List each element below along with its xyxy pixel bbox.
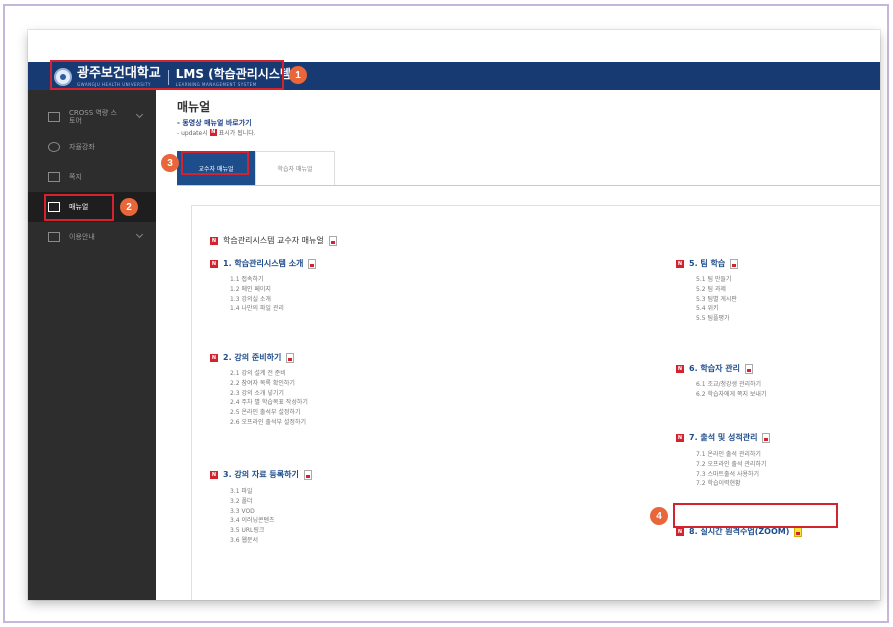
- list-item[interactable]: 3.6 웹문서: [230, 536, 275, 546]
- new-mark-icon: N: [676, 527, 684, 536]
- new-mark-icon: N: [209, 129, 217, 136]
- pdf-icon[interactable]: [303, 469, 312, 480]
- sidebar: CROSS 역량 스토어 자율강좌 쪽지 매뉴얼 이용안내: [28, 90, 156, 600]
- new-mark-icon: N: [210, 236, 218, 245]
- section-title-text: 8. 실시간 원격수업(ZOOM): [689, 527, 790, 536]
- list-item[interactable]: 5.5 팀플평가: [696, 314, 737, 324]
- new-mark-icon: N: [676, 364, 684, 373]
- pdf-icon[interactable]: [794, 526, 803, 537]
- pdf-icon[interactable]: [744, 363, 753, 374]
- document-title-text: 학습관리시스템 교수자 매뉴얼: [223, 236, 324, 245]
- manual-list: N 학습관리시스템 교수자 매뉴얼 N 1. 학습관리시스템 소개 1.1 접속하기…: [191, 205, 880, 600]
- list-item[interactable]: 2.3 강의 소개 넣기기: [230, 389, 308, 399]
- callout-badge-3: 3: [161, 154, 179, 172]
- chevron-down-icon: [135, 230, 144, 239]
- section-title[interactable]: N 2. 강의 준비하기: [210, 352, 295, 363]
- list-item[interactable]: 3.5 URL링크: [230, 526, 275, 536]
- list-item[interactable]: 6.2 학습자에게 쪽지 보내기: [696, 390, 766, 400]
- list-item[interactable]: 2.6 오프라인 출석부 설정하기: [230, 418, 308, 428]
- section-items: 1.1 접속하기 1.2 메인 페이지 1.3 강의실 소개 1.4 나만의 파…: [230, 275, 284, 314]
- video-manual-link[interactable]: - 동영상 매뉴얼 바로가기: [177, 118, 252, 128]
- highlight-box-zoom: [673, 503, 838, 528]
- callout-badge-4: 4: [650, 507, 668, 525]
- list-item[interactable]: 3.3 VOD: [230, 507, 275, 517]
- highlight-box-tab: [181, 151, 249, 175]
- list-item[interactable]: 2.2 참여자 목록 확인하기: [230, 379, 308, 389]
- list-item[interactable]: 3.2 폴더: [230, 497, 275, 507]
- sidebar-item-cross-store[interactable]: CROSS 역량 스토어: [28, 102, 156, 132]
- sidebar-item-guide[interactable]: 이용안내: [28, 222, 156, 252]
- highlight-box-manual: [44, 194, 114, 221]
- section-title[interactable]: N 7. 출석 및 성적관리: [676, 432, 771, 443]
- sidebar-item-messages[interactable]: 쪽지: [28, 162, 156, 192]
- list-item[interactable]: 1.1 접속하기: [230, 275, 284, 285]
- section-items: 6.1 조교/청강생 관리하기 6.2 학습자에게 쪽지 보내기: [696, 380, 766, 400]
- document-title: N 학습관리시스템 교수자 매뉴얼: [210, 235, 337, 246]
- section-title-text: 3. 강의 자료 등록하기: [223, 470, 299, 479]
- section-title-text: 7. 출석 및 성적관리: [689, 433, 758, 442]
- new-mark-icon: N: [676, 259, 684, 268]
- section-items: 5.1 팀 만들기 5.2 팀 과제 5.3 팀별 게시판 5.4 위키 5.5…: [696, 275, 737, 324]
- section-title[interactable]: N 5. 팀 학습: [676, 258, 739, 269]
- list-item[interactable]: 2.5 온라인 출석부 설정하기: [230, 408, 308, 418]
- update-note-suffix: 표시가 됩니다.: [218, 130, 256, 137]
- sidebar-item-label: CROSS 역량 스토어: [69, 109, 117, 125]
- section-title-text: 5. 팀 학습: [689, 259, 726, 268]
- new-mark-icon: N: [676, 433, 684, 442]
- section-items: 2.1 강의 설계 전 준비 2.2 참여자 목록 확인하기 2.3 강의 소개…: [230, 369, 308, 428]
- list-item[interactable]: 1.3 강의실 소개: [230, 295, 284, 305]
- list-item[interactable]: 7.2 오프라인 출석 관리하기: [696, 460, 766, 470]
- list-item[interactable]: 2.1 강의 설계 전 준비: [230, 369, 308, 379]
- list-item[interactable]: 7.2 학습이력현황: [696, 479, 766, 489]
- update-note: - update시 N 표시가 됩니다.: [177, 128, 256, 137]
- list-item[interactable]: 5.3 팀별 게시판: [696, 295, 737, 305]
- section-title[interactable]: N 1. 학습관리시스템 소개: [210, 258, 317, 269]
- mail-icon: [48, 172, 60, 182]
- tab-learner-manual[interactable]: 학습자 매뉴얼: [255, 151, 335, 185]
- list-item[interactable]: 6.1 조교/청강생 관리하기: [696, 380, 766, 390]
- list-item[interactable]: 1.4 나만의 파일 관리: [230, 304, 284, 314]
- callout-badge-1: 1: [289, 66, 307, 84]
- section-title[interactable]: N 6. 학습자 관리: [676, 363, 753, 374]
- list-item[interactable]: 5.4 위키: [696, 304, 737, 314]
- new-mark-icon: N: [210, 259, 218, 268]
- sidebar-item-self-course[interactable]: 자율강좌: [28, 132, 156, 162]
- section-title-text: 2. 강의 준비하기: [223, 353, 282, 362]
- section-title[interactable]: N 3. 강의 자료 등록하기: [210, 469, 312, 480]
- store-icon: [48, 112, 60, 122]
- list-item[interactable]: 2.4 주차 별 학습목표 작성하기: [230, 398, 308, 408]
- update-note-prefix: - update시: [177, 130, 208, 137]
- section-title-text: 1. 학습관리시스템 소개: [223, 259, 304, 268]
- people-icon: [48, 142, 60, 152]
- guide-icon: [48, 232, 60, 242]
- sidebar-item-label: 이용안내: [69, 233, 95, 241]
- section-items: 7.1 온라인 출석 관리하기 7.2 오프라인 출석 관리하기 7.3 스마트…: [696, 450, 766, 489]
- pdf-icon[interactable]: [762, 432, 771, 443]
- chevron-down-icon: [135, 110, 144, 119]
- pdf-icon[interactable]: [328, 235, 337, 246]
- list-item[interactable]: 3.1 파일: [230, 487, 275, 497]
- new-mark-icon: N: [210, 353, 218, 362]
- section-title-text: 6. 학습자 관리: [689, 364, 740, 373]
- callout-badge-2: 2: [120, 198, 138, 216]
- manual-tabs: 교수자 매뉴얼 학습자 매뉴얼: [177, 150, 880, 186]
- list-item[interactable]: 3.4 이러닝콘텐츠: [230, 516, 275, 526]
- list-item[interactable]: 1.2 메인 페이지: [230, 285, 284, 295]
- new-mark-icon: N: [210, 470, 218, 479]
- sidebar-item-label: 쪽지: [69, 173, 82, 181]
- list-item[interactable]: 5.1 팀 만들기: [696, 275, 737, 285]
- pdf-icon[interactable]: [730, 258, 739, 269]
- list-item[interactable]: 5.2 팀 과제: [696, 285, 737, 295]
- screenshot-card: 광주보건대학교 GWANGJU HEALTH UNIVERSITY LMS (학…: [28, 30, 880, 600]
- pdf-icon[interactable]: [286, 352, 295, 363]
- list-item[interactable]: 7.3 스마트출석 사용하기: [696, 470, 766, 480]
- highlight-box-logo: [50, 60, 284, 90]
- list-item[interactable]: 7.1 온라인 출석 관리하기: [696, 450, 766, 460]
- sidebar-item-label: 자율강좌: [69, 143, 95, 151]
- page-title: 매뉴얼: [177, 100, 211, 114]
- section-items: 3.1 파일 3.2 폴더 3.3 VOD 3.4 이러닝콘텐츠 3.5 URL…: [230, 487, 275, 546]
- pdf-icon[interactable]: [308, 258, 317, 269]
